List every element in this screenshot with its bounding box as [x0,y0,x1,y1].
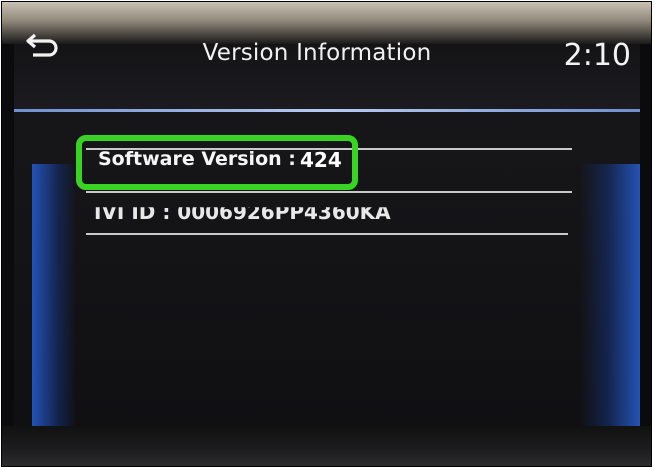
screen-edge-glow-right [580,164,640,432]
back-arrow-icon [26,33,58,57]
infotainment-screen [14,44,640,432]
clock: 2:10 [563,38,631,73]
row-divider [86,233,568,235]
photo-frame: Version Information 2:10 Software Versio… [1,1,652,467]
display-bezel-bottom [2,426,651,466]
page-title: Version Information [202,40,432,66]
screen-edge-glow-left [32,164,76,432]
back-button[interactable] [22,30,62,60]
highlight-annotation-box [76,135,358,190]
header-divider [14,109,640,112]
display-bezel-top [2,2,651,44]
row-divider [86,191,572,193]
